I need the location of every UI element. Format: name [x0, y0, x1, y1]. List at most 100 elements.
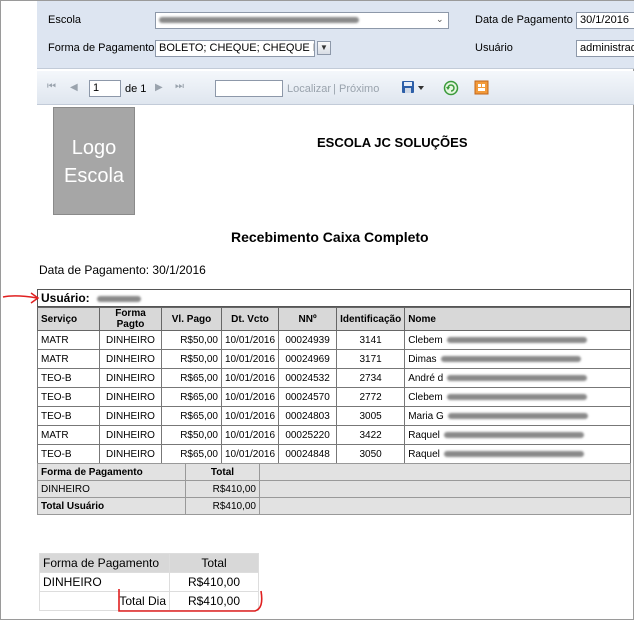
- print-layout-icon[interactable]: [474, 80, 490, 96]
- cell-nn: 00024969: [278, 349, 338, 369]
- table-row: MATR DINHEIRO R$50,00 10/01/2016 00024939 314…: [37, 330, 631, 350]
- cell-nome: Raquel: [404, 444, 631, 464]
- school-label: Escola: [48, 14, 82, 26]
- col-valor: Vl. Pago: [161, 307, 222, 331]
- cell-id: 3141: [336, 330, 406, 350]
- payment-form-label: Forma de Pagamento: [48, 42, 155, 54]
- annotation-underline-icon: [118, 589, 263, 612]
- cell-valor: R$65,00: [161, 444, 222, 464]
- user-group-header: Usuário:: [37, 289, 631, 307]
- cell-id: 3171: [336, 349, 406, 369]
- user-total-row: Total Usuário R$410,00: [37, 497, 631, 515]
- user-group-label: Usuário:: [41, 291, 90, 305]
- toolbar-separator: |: [333, 83, 336, 95]
- cell-servico: MATR: [37, 425, 100, 445]
- cell-forma: DINHEIRO: [99, 425, 162, 445]
- cell-servico: TEO-B: [37, 368, 100, 388]
- col-vcto: Dt. Vcto: [220, 307, 280, 331]
- payment-date-input[interactable]: 30/1/2016: [576, 12, 634, 29]
- cell-forma: DINHEIRO: [99, 330, 162, 350]
- cell-servico: TEO-B: [37, 406, 100, 426]
- cell-nome: Dimas: [404, 349, 631, 369]
- user-total-value: R$410,00: [185, 497, 260, 515]
- cell-forma: DINHEIRO: [99, 387, 162, 407]
- cell-valor: R$65,00: [161, 387, 222, 407]
- user-input[interactable]: administrad: [576, 40, 634, 57]
- report-viewer-window: Escola ⌄ Forma de Pagamento BOLETO; CHEQ…: [0, 0, 634, 620]
- chevron-down-icon[interactable]: ⌄: [436, 14, 444, 25]
- page-count: de 1: [125, 83, 147, 95]
- subtotal-value: R$410,00: [185, 480, 260, 498]
- chevron-down-icon[interactable]: ▼: [317, 41, 331, 55]
- cell-servico: TEO-B: [37, 387, 100, 407]
- report-body: Logo Escola ESCOLA JC SOLUÇÕES Recebimen…: [37, 107, 634, 620]
- cell-vcto: 10/01/2016: [220, 425, 280, 445]
- cell-valor: R$50,00: [161, 349, 222, 369]
- subtotal-blank: [259, 480, 631, 498]
- school-name: ESCOLA JC SOLUÇÕES: [317, 135, 468, 150]
- cell-nome: Clebem: [404, 330, 631, 350]
- redacted-name: [443, 431, 584, 438]
- page-number-input[interactable]: 1: [89, 80, 121, 97]
- export-icon[interactable]: [401, 80, 425, 96]
- report-toolbar: ⏮ ◀ 1 de 1 ▶ ⏭ Localizar | Próximo: [37, 71, 634, 105]
- table-row: TEO-B DINHEIRO R$65,00 10/01/2016 00024848 30…: [37, 444, 631, 464]
- table-row: TEO-B DINHEIRO R$65,00 10/01/2016 00024803 30…: [37, 406, 631, 426]
- prev-page-icon[interactable]: ◀: [70, 82, 78, 93]
- find-input[interactable]: [215, 80, 283, 97]
- cell-nn: 00024803: [278, 406, 338, 426]
- subtotal-form: DINHEIRO: [37, 480, 186, 498]
- cell-nome: André d: [404, 368, 631, 388]
- col-forma: Forma Pagto: [99, 307, 162, 331]
- cell-nn: 00025220: [278, 425, 338, 445]
- cell-valor: R$50,00: [161, 330, 222, 350]
- cell-nn: 00024570: [278, 387, 338, 407]
- cell-nn: 00024939: [278, 330, 338, 350]
- cell-forma: DINHEIRO: [99, 444, 162, 464]
- redacted-name: [447, 412, 588, 419]
- redacted-name: [446, 393, 587, 400]
- subtotal-header-row: Forma de Pagamento Total: [37, 463, 631, 481]
- cell-nome: Maria G: [404, 406, 631, 426]
- payments-table: Serviço Forma Pagto Vl. Pago Dt. Vcto NN…: [37, 307, 631, 464]
- cell-valor: R$65,00: [161, 368, 222, 388]
- first-page-icon[interactable]: ⏮: [47, 81, 56, 92]
- next-link[interactable]: Próximo: [339, 83, 379, 95]
- redacted-name: [443, 450, 584, 457]
- summary-header-row: Forma de Pagamento Total: [39, 553, 259, 573]
- parameters-panel: Escola ⌄ Forma de Pagamento BOLETO; CHEQ…: [37, 1, 634, 69]
- user-label: Usuário: [475, 42, 513, 54]
- cell-vcto: 10/01/2016: [220, 444, 280, 464]
- cell-id: 3050: [336, 444, 406, 464]
- last-page-icon[interactable]: ⏭: [175, 81, 184, 92]
- next-page-icon[interactable]: ▶: [155, 82, 163, 93]
- table-row: TEO-B DINHEIRO R$65,00 10/01/2016 00024532 27…: [37, 368, 631, 388]
- cell-vcto: 10/01/2016: [220, 406, 280, 426]
- table-header-row: Serviço Forma Pagto Vl. Pago Dt. Vcto NN…: [37, 307, 631, 331]
- payment-date-line: Data de Pagamento: 30/1/2016: [39, 263, 206, 277]
- col-servico: Serviço: [37, 307, 100, 331]
- table-row: MATR DINHEIRO R$50,00 10/01/2016 00025220 342…: [37, 425, 631, 445]
- school-select[interactable]: [155, 12, 449, 29]
- summary-col-form: Forma de Pagamento: [39, 553, 170, 573]
- cell-vcto: 10/01/2016: [220, 349, 280, 369]
- col-nn: NNº: [278, 307, 338, 331]
- find-link[interactable]: Localizar: [287, 83, 331, 95]
- school-logo: Logo Escola: [53, 107, 135, 215]
- payment-form-select[interactable]: BOLETO; CHEQUE; CHEQUE PRE;: [155, 40, 315, 57]
- summary-col-total: Total: [169, 553, 259, 573]
- cell-valor: R$65,00: [161, 406, 222, 426]
- annotation-arrow-icon: [2, 292, 40, 304]
- cell-servico: MATR: [37, 330, 100, 350]
- redacted-name: [446, 336, 587, 343]
- refresh-icon[interactable]: [443, 80, 459, 96]
- cell-valor: R$50,00: [161, 425, 222, 445]
- cell-nn: 00024532: [278, 368, 338, 388]
- cell-vcto: 10/01/2016: [220, 330, 280, 350]
- cell-forma: DINHEIRO: [99, 349, 162, 369]
- cell-servico: TEO-B: [37, 444, 100, 464]
- cell-forma: DINHEIRO: [99, 368, 162, 388]
- subtotal-row: DINHEIRO R$410,00: [37, 480, 631, 498]
- cell-id: 3005: [336, 406, 406, 426]
- cell-vcto: 10/01/2016: [220, 387, 280, 407]
